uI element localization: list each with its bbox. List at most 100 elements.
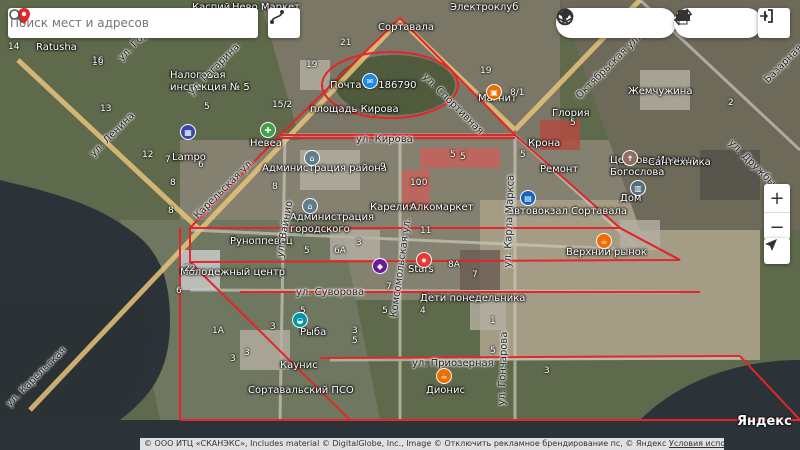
government-icon[interactable]: ⌂ (304, 150, 320, 166)
house-number: 3 (544, 366, 550, 376)
place-label[interactable]: Сортавальский ПСО (248, 385, 354, 397)
terms-link[interactable]: Условия использования (669, 439, 724, 448)
place-label[interactable]: Сантехника (648, 157, 711, 169)
place-label[interactable]: Алкомаркет (410, 202, 473, 214)
map-layers-toolbar: P (556, 8, 676, 38)
building-icon[interactable]: ▥ (630, 180, 646, 196)
house-number: 6 (198, 160, 204, 170)
place-label[interactable]: Жемчужина (628, 86, 692, 98)
house-number: 8/1 (510, 88, 525, 98)
pharmacy-icon[interactable]: ✚ (260, 122, 276, 138)
house-number: 5 (204, 102, 210, 112)
house-number: 19 (480, 66, 492, 76)
house-number: 21 (340, 38, 352, 48)
bus-station-icon[interactable]: ▤ (520, 190, 536, 206)
shop-icon[interactable]: ◆ (372, 258, 388, 274)
house-number: 19 (306, 60, 318, 70)
house-number: 7 (386, 282, 392, 292)
tools-toolbar (674, 8, 762, 38)
house-number: 7 (165, 155, 171, 165)
zoom-control: + − (764, 184, 790, 240)
cafe-icon[interactable]: ☕ (436, 368, 452, 384)
copyright-text: © ООО ИТЦ «СКАНЭКС», Includes material ©… (144, 439, 667, 448)
search-input[interactable] (8, 15, 258, 31)
house-number: 7 (472, 270, 478, 280)
house-number: 5 (382, 306, 388, 316)
post-office-icon[interactable]: ✉ (362, 73, 378, 89)
house-number: 13 (100, 104, 112, 114)
map-canvas[interactable]: RatushaНалоговаяинспекция № 5Почта № 186… (0, 0, 800, 450)
route-button[interactable] (268, 8, 300, 38)
login-button[interactable] (758, 8, 790, 38)
house-number: 5 (460, 152, 466, 162)
house-number: 5 (450, 150, 456, 160)
house-number: 8А (448, 260, 460, 270)
place-label[interactable]: Администрация городского (290, 212, 374, 236)
parking-button[interactable]: P (556, 8, 644, 38)
street-label: ул. Суворова (296, 287, 365, 298)
login-icon (760, 9, 773, 23)
house-number: 5 (570, 118, 576, 128)
place-label[interactable]: Администрация района (262, 163, 387, 175)
house-number: 3 (352, 326, 358, 336)
house-number: 4 (420, 306, 426, 316)
place-label[interactable]: Ratusha (36, 42, 77, 54)
locate-me-button[interactable] (764, 238, 790, 264)
bank-icon[interactable]: ▦ (180, 124, 196, 140)
house-number: 8 (272, 182, 278, 192)
place-label[interactable]: Дионис (426, 385, 465, 397)
geolocation-arrow-icon (765, 239, 777, 251)
house-number: 3 (230, 354, 236, 364)
panorama-button[interactable] (561, 8, 616, 38)
house-number: 5 (352, 336, 358, 346)
route-icon (270, 10, 284, 24)
place-label[interactable]: Верхний рынок (566, 247, 647, 259)
scale-label: 40 м (752, 439, 771, 448)
place-label[interactable]: площадь Кирова (310, 104, 399, 116)
place-label[interactable]: Сортавала (378, 22, 434, 34)
house-number: 5 (520, 150, 526, 160)
cafe-icon[interactable]: ☕ (596, 233, 612, 249)
house-number: 9 (380, 162, 386, 172)
copyright-bar: © ООО ИТЦ «СКАНЭКС», Includes material ©… (140, 438, 724, 450)
place-label[interactable]: Дети понедельника (420, 293, 525, 305)
layers-stack-icon (557, 10, 573, 23)
menu-button[interactable] (677, 8, 758, 38)
house-number: 5 (490, 346, 496, 356)
place-label[interactable]: Электроклуб (450, 2, 518, 14)
house-number: 8 (168, 206, 174, 216)
place-label[interactable]: Рыба (300, 327, 326, 339)
zoom-out-button[interactable]: − (764, 213, 790, 241)
layers-button[interactable] (557, 8, 672, 38)
government-icon[interactable]: ⌂ (302, 198, 318, 214)
house-number: 3 (244, 348, 250, 358)
house-number: 12 (142, 150, 154, 160)
house-number: 2 (728, 98, 734, 108)
place-label[interactable]: Невеа (250, 138, 282, 150)
search-icon[interactable] (8, 8, 24, 24)
house-number: 16 (92, 56, 104, 66)
church-icon[interactable]: ✝ (622, 150, 638, 166)
place-label[interactable]: Крона (528, 138, 560, 150)
shopping-icon[interactable]: ▣ (486, 84, 502, 100)
place-label[interactable]: Ремонт (540, 164, 578, 176)
place-label[interactable]: Каунис (280, 360, 318, 372)
house-number: 15/2 (272, 100, 293, 110)
yandex-logo[interactable]: Яндекс (737, 414, 792, 429)
house-number: 1А (212, 326, 224, 336)
house-number: 1 (490, 316, 496, 326)
print-button[interactable] (676, 8, 732, 38)
house-number: 8 (170, 178, 176, 188)
place-label[interactable]: автовокзал Сортавала (508, 206, 627, 218)
search-box[interactable] (8, 8, 258, 38)
house-number: 6А (334, 246, 346, 256)
fish-shop-icon[interactable]: ◒ (292, 312, 308, 328)
house-number: 11 (420, 226, 432, 236)
zoom-in-button[interactable]: + (764, 184, 790, 213)
shop-icon[interactable]: ★ (416, 252, 432, 268)
house-number: 10 (410, 178, 422, 188)
place-label[interactable]: Карелия (370, 202, 415, 214)
house-number: 3 (270, 322, 276, 332)
place-label[interactable]: Молодежный центр (180, 267, 285, 279)
satellite-imagery (0, 0, 800, 450)
